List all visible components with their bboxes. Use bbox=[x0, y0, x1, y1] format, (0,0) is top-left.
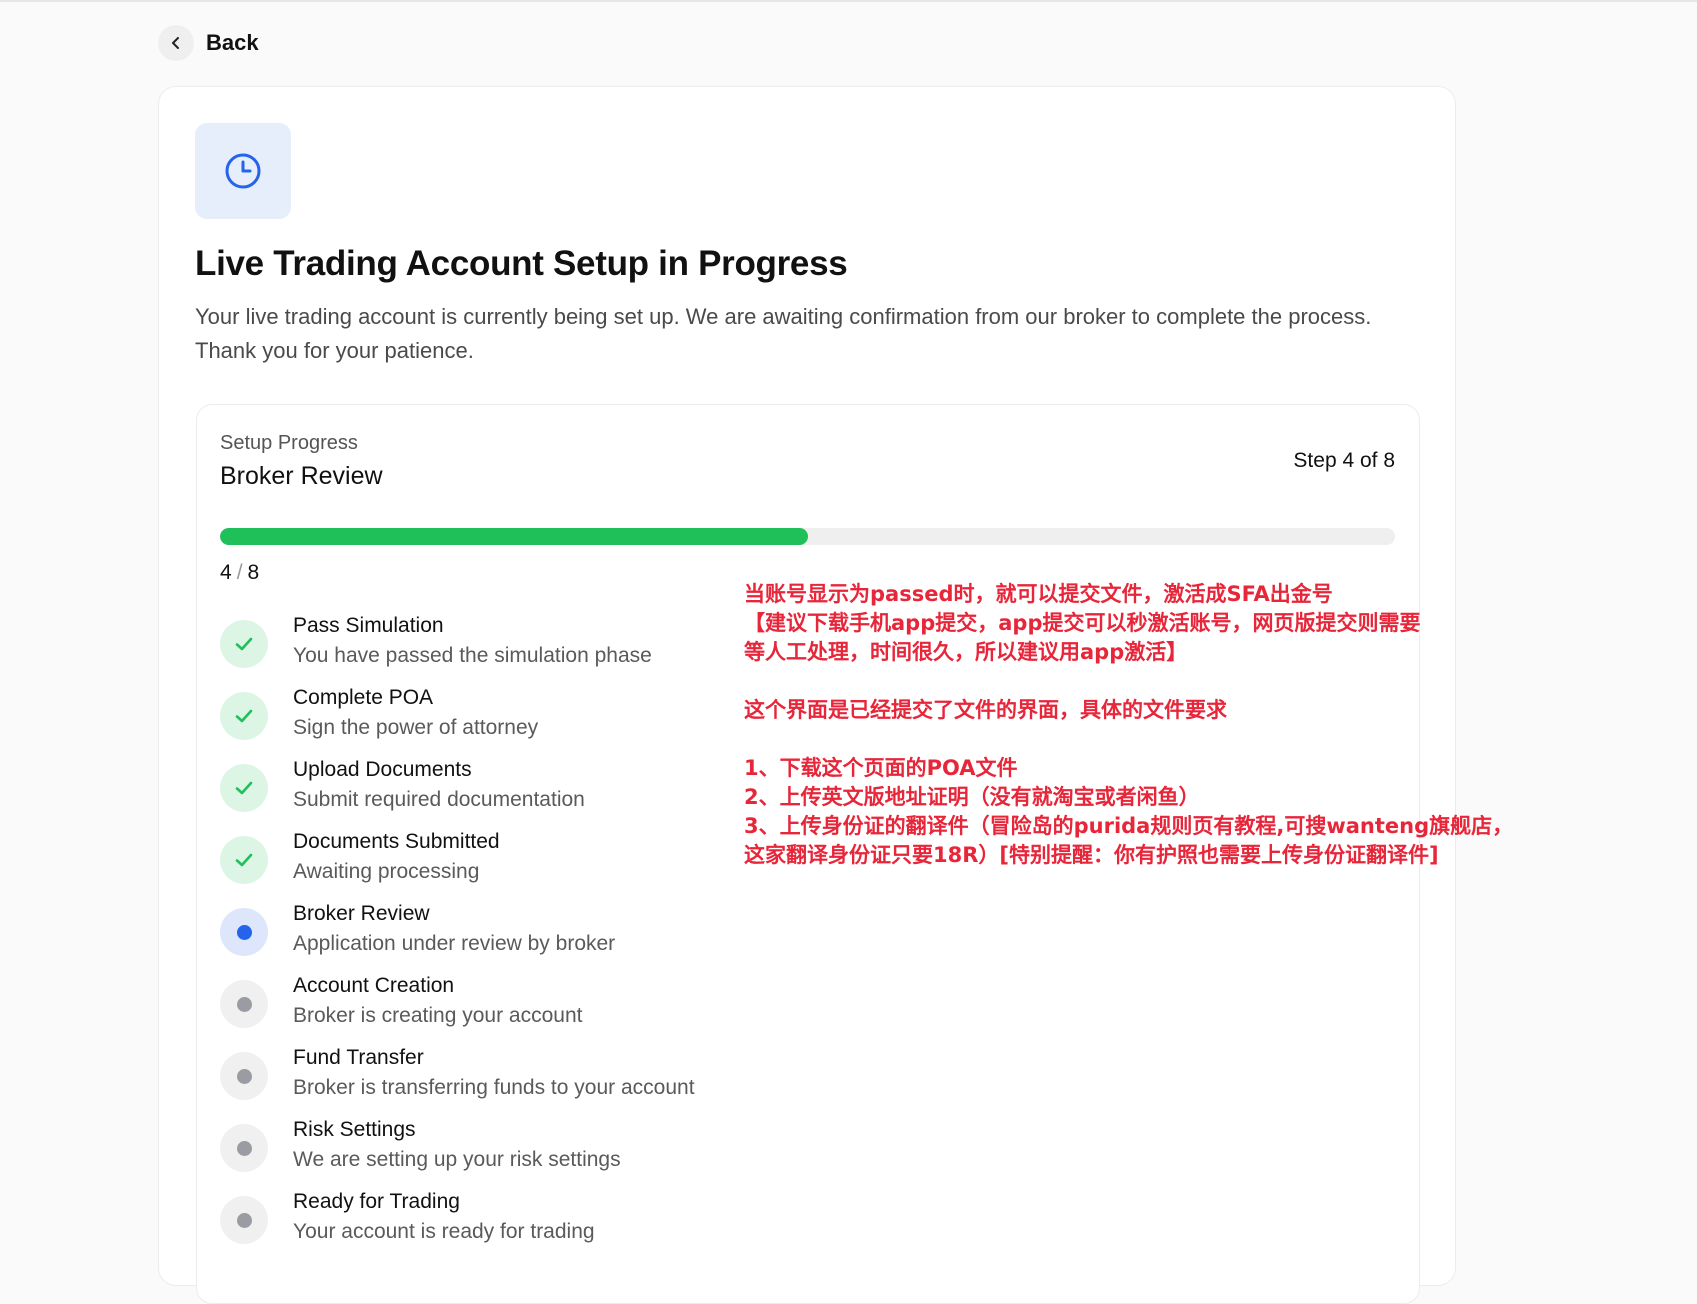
step-indicator: Step 4 of 8 bbox=[1293, 449, 1395, 472]
annotation-line: 1、下载这个页面的POA文件 bbox=[744, 756, 1018, 780]
step-item: Pass Simulation You have passed the simul… bbox=[220, 612, 740, 684]
step-title: Ready for Trading bbox=[293, 1190, 460, 1213]
step-title: Documents Submitted bbox=[293, 830, 500, 853]
step-subtitle: Broker is creating your account bbox=[293, 1004, 583, 1027]
annotation-line: 当账号显示为passed时，就可以提交文件，激活成SFA出金号 bbox=[744, 582, 1333, 606]
step-text: Ready for Trading Your account is ready f… bbox=[293, 1188, 595, 1248]
check-icon bbox=[220, 620, 268, 668]
step-title: Fund Transfer bbox=[293, 1046, 424, 1069]
step-item: Complete POA Sign the power of attorney bbox=[220, 684, 740, 756]
step-subtitle: Awaiting processing bbox=[293, 860, 480, 883]
step-title: Complete POA bbox=[293, 686, 434, 709]
back-label: Back bbox=[206, 30, 259, 55]
step-text: Pass Simulation You have passed the simul… bbox=[293, 612, 652, 672]
step-title: Pass Simulation bbox=[293, 614, 444, 637]
step-text: Broker Review Application under review by… bbox=[293, 900, 615, 960]
annotation-line: 这家翻译身份证只要18R）[特别提醒：你有护照也需要上传身份证翻译件] bbox=[744, 843, 1439, 867]
progress-total: 8 bbox=[247, 561, 260, 584]
clock-icon bbox=[195, 123, 291, 219]
progress-bar-fill bbox=[220, 528, 808, 545]
step-text: Account Creation Broker is creating your … bbox=[293, 972, 582, 1032]
step-item: Ready for Trading Your account is ready f… bbox=[220, 1188, 740, 1260]
annotation-gap bbox=[744, 667, 1644, 696]
current-stage-name: Broker Review bbox=[220, 462, 383, 490]
page-description: Your live trading account is currently b… bbox=[195, 304, 1372, 363]
step-item: Fund Transfer Broker is transferring fund… bbox=[220, 1044, 740, 1116]
step-item: Risk Settings We are setting up your risk… bbox=[220, 1116, 740, 1188]
annotation-line: 等人工处理，时间很久，所以建议用app激活】 bbox=[744, 640, 1188, 664]
step-text: Fund Transfer Broker is transferring fund… bbox=[293, 1044, 695, 1104]
step-subtitle: Your account is ready for trading bbox=[293, 1220, 595, 1243]
step-title: Risk Settings bbox=[293, 1118, 416, 1141]
step-item: Broker Review Application under review by… bbox=[220, 900, 740, 972]
dot-icon bbox=[220, 1196, 268, 1244]
step-title: Account Creation bbox=[293, 974, 455, 997]
step-subtitle: Broker is transferring funds to your acc… bbox=[293, 1076, 695, 1099]
chevron-left-icon bbox=[158, 25, 194, 61]
step-title: Broker Review bbox=[293, 902, 430, 925]
step-subtitle: You have passed the simulation phase bbox=[293, 644, 652, 667]
dot-icon bbox=[220, 980, 268, 1028]
progress-separator: / bbox=[236, 561, 243, 584]
step-text: Risk Settings We are setting up your risk… bbox=[293, 1116, 621, 1176]
annotation-line: 【建议下载手机app提交，app提交可以秒激活账号，网页版提交则需要 bbox=[744, 611, 1421, 635]
step-text: Upload Documents Submit required document… bbox=[293, 756, 585, 816]
dot-icon bbox=[220, 908, 268, 956]
step-item: Account Creation Broker is creating your … bbox=[220, 972, 740, 1044]
check-icon bbox=[220, 836, 268, 884]
dot-icon bbox=[220, 1052, 268, 1100]
check-icon bbox=[220, 692, 268, 740]
progress-current: 4 bbox=[220, 561, 232, 584]
step-subtitle: Submit required documentation bbox=[293, 788, 585, 811]
check-icon bbox=[220, 764, 268, 812]
annotation-line: 3、上传身份证的翻译件（冒险岛的purida规则页有教程,可搜wanteng旗舰… bbox=[744, 814, 1514, 838]
progress-count: 4/8 bbox=[220, 561, 259, 585]
annotation-line: 这个界面是已经提交了文件的界面，具体的文件要求 bbox=[744, 698, 1227, 722]
annotation-note: 当账号显示为passed时，就可以提交文件，激活成SFA出金号【建议下载手机ap… bbox=[744, 580, 1644, 870]
page-title: Live Trading Account Setup in Progress bbox=[195, 244, 848, 283]
back-button[interactable]: Back bbox=[158, 25, 259, 61]
step-text: Documents Submitted Awaiting processing bbox=[293, 828, 500, 888]
dot-icon bbox=[220, 1124, 268, 1172]
step-item: Upload Documents Submit required document… bbox=[220, 756, 740, 828]
setup-progress-label: Setup Progress bbox=[220, 432, 358, 454]
top-divider bbox=[0, 0, 1697, 2]
steps-list: Pass Simulation You have passed the simul… bbox=[220, 612, 740, 1260]
step-item: Documents Submitted Awaiting processing bbox=[220, 828, 740, 900]
step-subtitle: We are setting up your risk settings bbox=[293, 1148, 621, 1171]
progress-bar bbox=[220, 528, 1395, 545]
step-text: Complete POA Sign the power of attorney bbox=[293, 684, 538, 744]
step-title: Upload Documents bbox=[293, 758, 472, 781]
step-subtitle: Application under review by broker bbox=[293, 932, 616, 955]
annotation-gap bbox=[744, 725, 1644, 754]
step-subtitle: Sign the power of attorney bbox=[293, 716, 539, 739]
annotation-line: 2、上传英文版地址证明（没有就淘宝或者闲鱼） bbox=[744, 785, 1200, 809]
